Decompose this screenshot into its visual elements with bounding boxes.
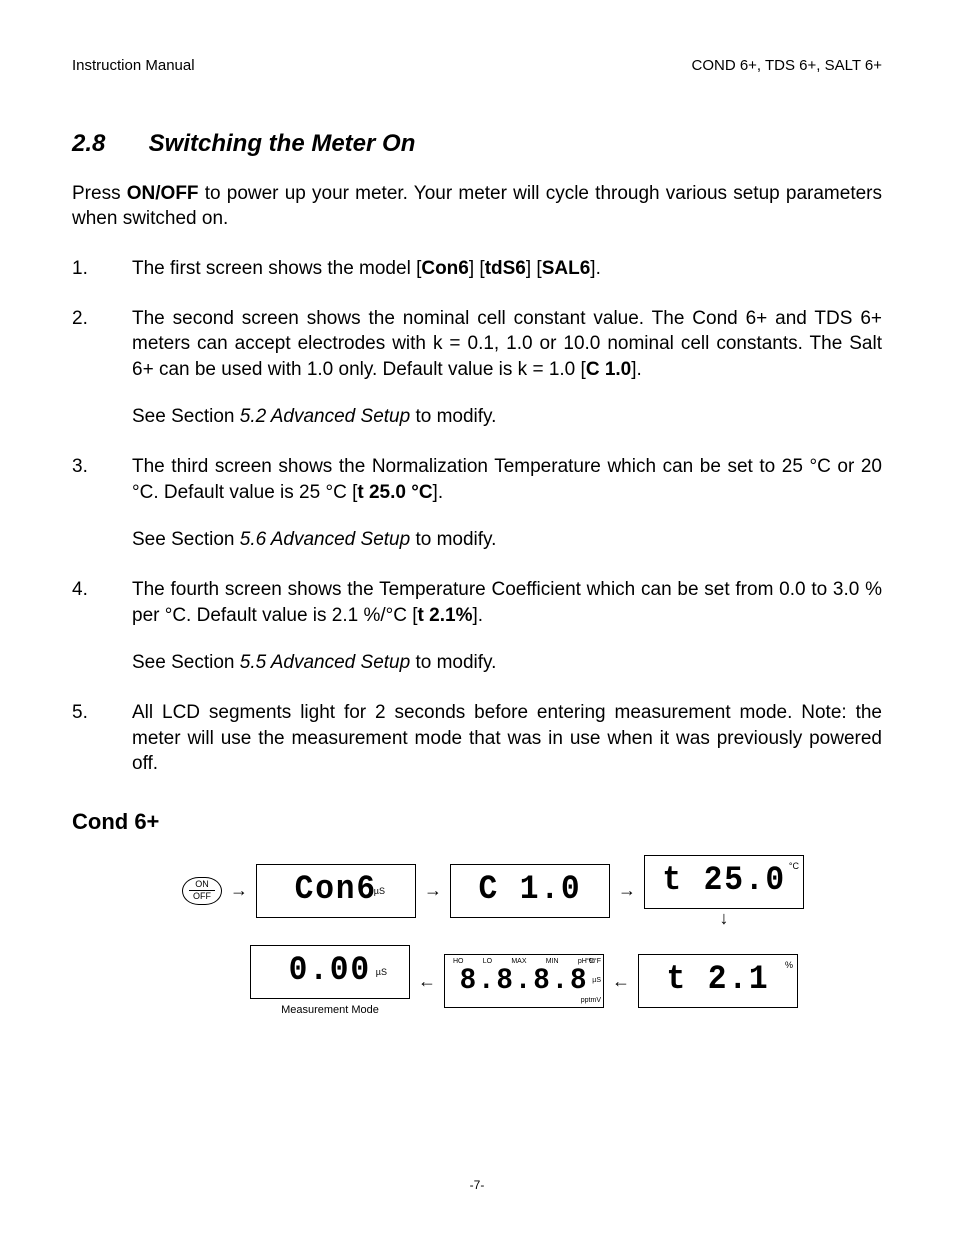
onoff-button-icon: ON OFF bbox=[182, 877, 222, 905]
arrow-icon: → bbox=[618, 878, 636, 902]
step-body: The second screen shows the nominal cell… bbox=[132, 306, 882, 431]
screen-all-segments: HOLOMAXMINpH % 8.8.8.8 °C°FµSpptmV bbox=[444, 954, 604, 1008]
list-item: 4.The fourth screen shows the Temperatur… bbox=[72, 577, 882, 676]
step-number: 2. bbox=[72, 306, 132, 431]
section-title: Switching the Meter On bbox=[149, 130, 416, 157]
page-number: -7- bbox=[72, 1177, 882, 1193]
arrow-icon: → bbox=[230, 878, 248, 902]
step-body: The third screen shows the Normalization… bbox=[132, 454, 882, 553]
screen-con6: Con6 µS bbox=[256, 864, 416, 918]
section-number: 2.8 bbox=[72, 128, 142, 160]
sub-heading: Cond 6+ bbox=[72, 807, 882, 837]
screen-measurement: 0.00 µS bbox=[250, 945, 410, 999]
step-body: The first screen shows the model [Con6] … bbox=[132, 256, 882, 282]
step-number: 1. bbox=[72, 256, 132, 282]
list-item: 1.The first screen shows the model [Con6… bbox=[72, 256, 882, 282]
steps-list: 1.The first screen shows the model [Con6… bbox=[72, 256, 882, 777]
list-item: 2.The second screen shows the nominal ce… bbox=[72, 306, 882, 431]
intro-paragraph: Press ON/OFF to power up your meter. You… bbox=[72, 181, 882, 232]
screen-temp-coef: t 2.1 % bbox=[638, 954, 798, 1008]
header-left: Instruction Manual bbox=[72, 56, 195, 76]
section-heading: 2.8 Switching the Meter On bbox=[72, 128, 882, 160]
screen-cell-constant: C 1.0 bbox=[450, 864, 610, 918]
step-body: The fourth screen shows the Temperature … bbox=[132, 577, 882, 676]
screen-norm-temp: t 25.0 °C bbox=[644, 855, 804, 909]
page-header: Instruction Manual COND 6+, TDS 6+, SALT… bbox=[72, 56, 882, 76]
header-right: COND 6+, TDS 6+, SALT 6+ bbox=[691, 56, 882, 76]
step-number: 3. bbox=[72, 454, 132, 553]
arrow-icon: → bbox=[424, 878, 442, 902]
step-body: All LCD segments light for 2 seconds bef… bbox=[132, 700, 882, 777]
step-number: 4. bbox=[72, 577, 132, 676]
arrow-down-icon: ↓ bbox=[720, 909, 729, 927]
list-item: 3.The third screen shows the Normalizati… bbox=[72, 454, 882, 553]
arrow-left-icon: ← bbox=[418, 969, 436, 993]
startup-diagram: ON OFF → Con6 µS → C 1.0 → t 25.0 °C ↓ 0… bbox=[182, 855, 882, 1018]
arrow-left-icon: ← bbox=[612, 969, 630, 993]
step-number: 5. bbox=[72, 700, 132, 777]
measurement-caption: Measurement Mode bbox=[281, 1003, 379, 1018]
list-item: 5.All LCD segments light for 2 seconds b… bbox=[72, 700, 882, 777]
